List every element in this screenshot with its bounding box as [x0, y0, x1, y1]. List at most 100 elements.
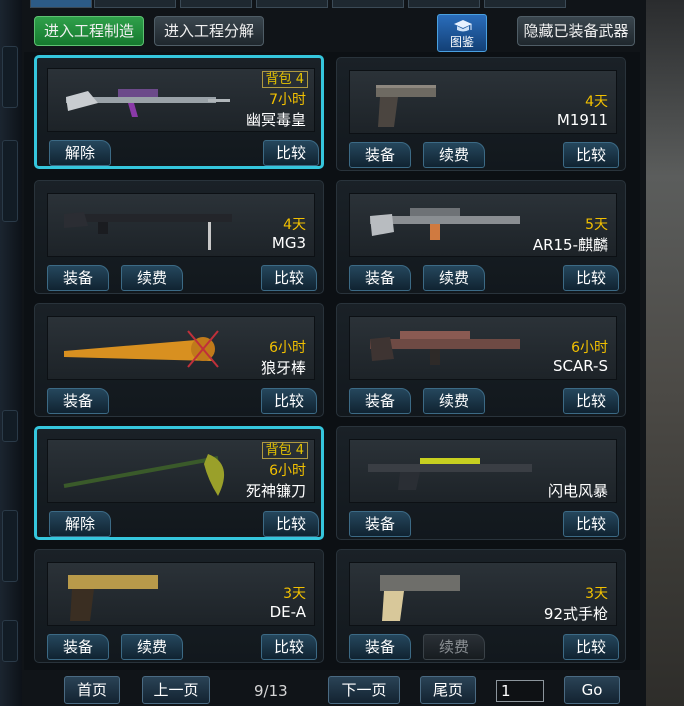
weapon-name: 92式手枪: [543, 605, 608, 623]
enter-decompose-button[interactable]: 进入工程分解: [154, 16, 264, 46]
compare-button[interactable]: 比较: [563, 265, 619, 291]
equip-button[interactable]: 装备: [47, 265, 109, 291]
duration-label: 6小时: [571, 340, 608, 356]
weapon-grid: 背包 4 7小时 幽冥毒皇 解除 比较 4天 M1911 装备 续费 比较 4天…: [24, 52, 640, 670]
tab[interactable]: [94, 0, 176, 8]
pistol-icon: [380, 575, 460, 621]
weapon-card[interactable]: 5天 AR15-麒麟 装备 续费 比较: [336, 180, 626, 294]
pistol-icon: [68, 575, 158, 621]
pagination-bar: 首页 上一页 9/13 下一页 尾页 Go: [24, 670, 640, 706]
compare-button[interactable]: 比较: [563, 634, 619, 660]
rifle-icon: [368, 458, 532, 490]
weapon-card[interactable]: 背包 4 6小时 死神镰刀 解除 比较: [34, 426, 324, 540]
renew-button[interactable]: 续费: [423, 388, 485, 414]
weapon-card[interactable]: 4天 M1911 装备 续费 比较: [336, 57, 626, 171]
compare-button[interactable]: 比较: [261, 265, 317, 291]
weapon-card[interactable]: 4天 MG3 装备 续费 比较: [34, 180, 324, 294]
backpack-badge: 背包 4: [261, 442, 308, 459]
tab-active[interactable]: [30, 0, 92, 8]
duration-label: 4天: [283, 217, 306, 233]
duration-label: 4天: [585, 94, 608, 110]
weapon-image-area: 3天 92式手枪: [349, 562, 617, 626]
tab[interactable]: [180, 0, 252, 8]
renew-button[interactable]: 续费: [423, 265, 485, 291]
duration-label: 3天: [585, 586, 608, 602]
backpack-badge: 背包 4: [261, 71, 308, 88]
compare-button[interactable]: 比较: [563, 142, 619, 168]
weapon-name: 死神镰刀: [245, 482, 306, 500]
weapon-card[interactable]: 3天 DE-A 装备 续费 比较: [34, 549, 324, 663]
renew-button[interactable]: 续费: [121, 265, 183, 291]
equip-button[interactable]: 装备: [47, 388, 109, 414]
weapon-image-area: 6小时 SCAR-S: [349, 316, 617, 380]
sniper-rifle-icon: [66, 89, 230, 117]
assault-rifle-icon: [370, 331, 520, 365]
side-ornament: [2, 620, 18, 662]
page-indicator: 9/13: [254, 682, 288, 700]
compare-button[interactable]: 比较: [263, 140, 319, 166]
compare-button[interactable]: 比较: [563, 388, 619, 414]
next-page-button[interactable]: 下一页: [328, 676, 400, 704]
weapon-image-area: 背包 4 6小时 死神镰刀: [47, 439, 315, 503]
weapon-image-area: 4天 M1911: [349, 70, 617, 134]
enter-manufacture-button[interactable]: 进入工程制造: [34, 16, 144, 46]
first-page-button[interactable]: 首页: [64, 676, 120, 704]
renew-button-disabled: 续费: [423, 634, 485, 660]
weapon-name: 闪电风暴: [547, 482, 608, 500]
tab[interactable]: [256, 0, 328, 8]
left-background: [0, 0, 22, 706]
equip-button[interactable]: 装备: [349, 388, 411, 414]
side-ornament: [2, 46, 18, 108]
weapon-image-area: 5天 AR15-麒麟: [349, 193, 617, 257]
weapon-image-area: 4天 MG3: [47, 193, 315, 257]
compare-button[interactable]: 比较: [261, 388, 317, 414]
side-ornament: [2, 140, 18, 222]
machine-gun-icon: [64, 212, 232, 250]
weapon-image-area: 6小时 狼牙棒: [47, 316, 315, 380]
prev-page-button[interactable]: 上一页: [142, 676, 210, 704]
equip-button[interactable]: 装备: [47, 634, 109, 660]
tab[interactable]: [484, 0, 566, 8]
renew-button[interactable]: 续费: [423, 142, 485, 168]
weapon-card[interactable]: 闪电风暴 装备 比较: [336, 426, 626, 540]
unequip-button[interactable]: 解除: [49, 511, 111, 537]
go-button[interactable]: Go: [564, 676, 620, 704]
duration-label: 7小时: [269, 92, 306, 108]
side-ornament: [2, 510, 18, 582]
spiked-bat-icon: [64, 330, 219, 368]
scythe-icon: [63, 454, 225, 496]
tab[interactable]: [408, 0, 480, 8]
weapon-card[interactable]: 背包 4 7小时 幽冥毒皇 解除 比较: [34, 55, 324, 169]
weapon-name: 狼牙棒: [260, 359, 306, 377]
equip-button[interactable]: 装备: [349, 634, 411, 660]
equip-button[interactable]: 装备: [349, 265, 411, 291]
unequip-button[interactable]: 解除: [49, 140, 111, 166]
weapon-image-area: 背包 4 7小时 幽冥毒皇: [47, 68, 315, 132]
compare-button[interactable]: 比较: [261, 634, 317, 660]
assault-rifle-icon: [370, 208, 520, 240]
hide-equipped-button[interactable]: 隐藏已装备武器: [517, 16, 635, 46]
top-tab-strip: [30, 0, 640, 8]
weapon-name: DE-A: [269, 603, 306, 621]
page-number-input[interactable]: [496, 680, 544, 702]
equip-button[interactable]: 装备: [349, 511, 411, 537]
weapon-name: MG3: [271, 234, 306, 252]
weapon-name: AR15-麒麟: [532, 236, 608, 254]
last-page-button[interactable]: 尾页: [420, 676, 476, 704]
weapon-card[interactable]: 6小时 狼牙棒 装备 比较: [34, 303, 324, 417]
weapon-image-area: 闪电风暴: [349, 439, 617, 503]
duration-label: 3天: [283, 586, 306, 602]
duration-label: 6小时: [269, 463, 306, 479]
tab[interactable]: [332, 0, 404, 8]
compare-button[interactable]: 比较: [563, 511, 619, 537]
weapon-card[interactable]: 3天 92式手枪 装备 续费 比较: [336, 549, 626, 663]
pistol-icon: [376, 85, 436, 127]
equip-button[interactable]: 装备: [349, 142, 411, 168]
renew-button[interactable]: 续费: [121, 634, 183, 660]
catalog-button[interactable]: 图鉴: [437, 14, 487, 52]
compare-button[interactable]: 比较: [263, 511, 319, 537]
weapon-card[interactable]: 6小时 SCAR-S 装备 续费 比较: [336, 303, 626, 417]
duration-label: 5天: [585, 217, 608, 233]
weapon-name: M1911: [556, 111, 608, 129]
weapon-name: SCAR-S: [552, 357, 608, 375]
